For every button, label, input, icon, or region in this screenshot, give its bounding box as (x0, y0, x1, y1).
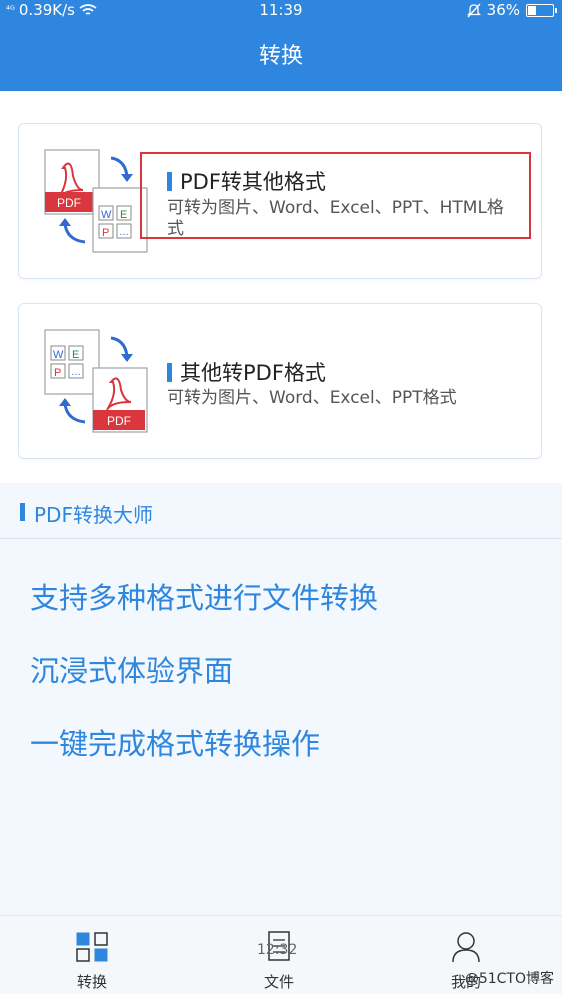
word-tile: W (101, 209, 112, 221)
tab-label: 文件 (263, 973, 294, 991)
battery-icon (526, 3, 557, 17)
excel-tile: E (120, 209, 127, 221)
more-tile: … (71, 367, 81, 378)
battery-percent: 36% (486, 1, 520, 19)
word-tile: W (53, 349, 64, 361)
pdf-label: PDF (107, 414, 131, 428)
highlight-box (140, 152, 531, 239)
feature-item: 支持多种格式进行文件转换 (30, 581, 379, 615)
more-tile: … (119, 227, 129, 238)
info-header: PDF转换大师 (0, 483, 562, 539)
ppt-tile: P (54, 367, 61, 379)
conversion-options: PDF W E P … PDF转其他格式 可转为图片、Word、Excel、PP… (0, 91, 562, 483)
excel-tile: E (72, 349, 79, 361)
pdf-label: PDF (57, 196, 81, 210)
other-to-pdf-card[interactable]: W E P … PDF 其他转PDF格式 可转为图片、Word、Excel、PP… (18, 303, 542, 459)
card-description: 可转为图片、Word、Excel、PPT格式 (167, 388, 457, 408)
title-accent-bar (167, 362, 172, 382)
office-to-pdf-illustration: W E P … PDF (44, 329, 148, 433)
convert-icon (76, 932, 108, 962)
overlay-number: 12:32 (257, 942, 298, 958)
page-title: 转换 (0, 22, 562, 91)
info-heading: PDF转换大师 (34, 503, 153, 527)
feature-item: 一键完成格式转换操作 (30, 727, 321, 761)
card-title-text: 其他转PDF格式 (180, 361, 326, 385)
pdf-to-other-card[interactable]: PDF W E P … PDF转其他格式 可转为图片、Word、Excel、PP… (18, 123, 542, 279)
app-info-section: PDF转换大师 支持多种格式进行文件转换 沉浸式体验界面 一键完成格式转换操作 (0, 483, 562, 915)
pdf-to-office-illustration: PDF W E P … (44, 149, 148, 253)
user-icon (452, 932, 480, 963)
tab-convert[interactable]: 转换 (32, 916, 152, 994)
status-bar: ⁴ᴳ 0.39K/s 11:39 36% (0, 0, 562, 22)
card-title: 其他转PDF格式 (167, 357, 326, 387)
header-accent-bar (20, 503, 25, 521)
ppt-tile: P (102, 227, 109, 239)
notification-muted-icon (466, 3, 481, 17)
tab-label: 转换 (76, 973, 107, 991)
watermark: @51CTO博客 (464, 971, 554, 987)
feature-item: 沉浸式体验界面 (30, 654, 234, 688)
